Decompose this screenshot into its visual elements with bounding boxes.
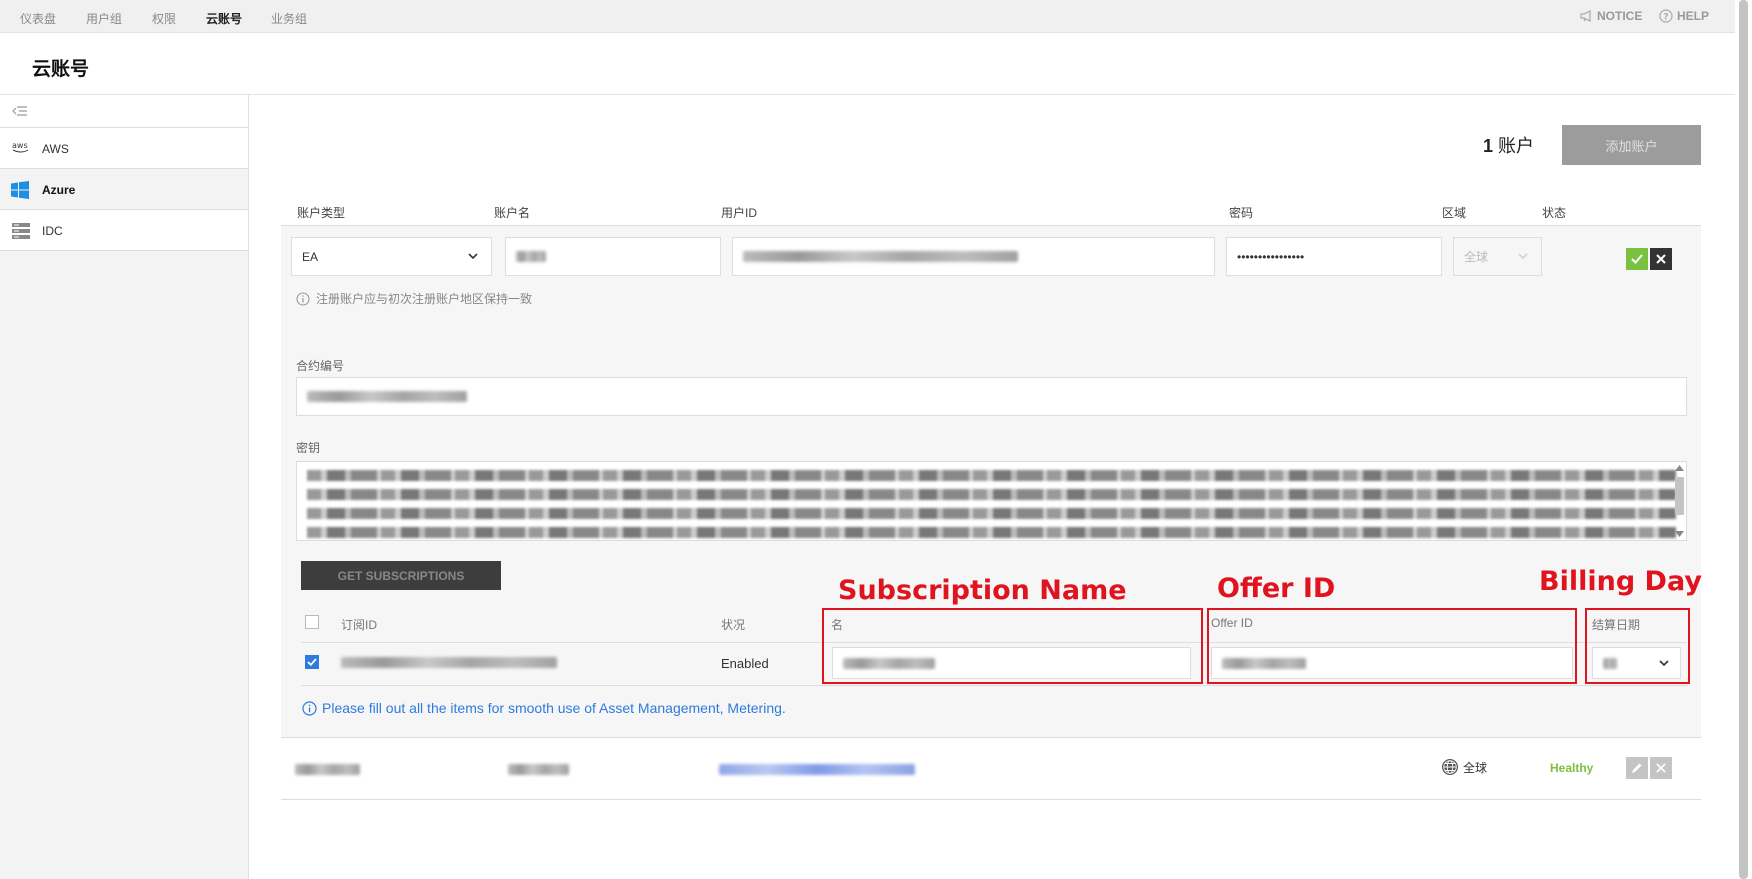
region-value: 全球 — [1464, 250, 1489, 264]
col-status: 状态 — [1542, 206, 1567, 220]
tab-permissions[interactable]: 权限 — [152, 10, 176, 27]
notice-label: NOTICE — [1597, 9, 1643, 23]
status-badge: Healthy — [1550, 761, 1594, 775]
check-icon — [307, 658, 317, 666]
tab-cloud-accounts[interactable]: 云账号 — [206, 10, 242, 27]
key-textarea-scrollbar[interactable] — [1672, 463, 1686, 539]
notice-text: Please fill out all the items for smooth… — [322, 700, 786, 716]
scroll-down-icon — [1675, 531, 1684, 537]
close-icon — [1656, 763, 1666, 773]
account-count-value: 1 — [1483, 136, 1494, 156]
tab-dashboard[interactable]: 仪表盘 — [20, 10, 56, 27]
annotation-box-offer-id — [1207, 608, 1577, 684]
account-type-value: EA — [302, 249, 319, 264]
col-region: 区域 — [1442, 206, 1467, 220]
help-label: HELP — [1677, 9, 1710, 23]
account-type-select[interactable]: EA — [291, 237, 492, 276]
account-count: 1 账户 — [1483, 132, 1534, 158]
hint-text: 注册账户应与初次注册账户地区保持一致 — [316, 292, 533, 306]
help-link[interactable]: ? HELP — [1659, 9, 1709, 23]
redacted-account-name — [508, 764, 569, 775]
info-icon — [296, 291, 310, 306]
col-subscription-id: 订阅ID — [341, 618, 378, 632]
get-subscriptions-button[interactable]: GET SUBSCRIPTIONS — [301, 561, 501, 590]
add-account-button[interactable]: 添加账户 — [1562, 125, 1701, 165]
megaphone-icon — [1580, 10, 1591, 22]
col-password: 密码 — [1229, 206, 1254, 220]
globe-icon — [1442, 759, 1458, 775]
annotation-box-billing-day — [1585, 608, 1690, 684]
region-select[interactable]: 全球 — [1453, 237, 1542, 276]
sidebar-item-azure[interactable]: Azure — [0, 169, 248, 210]
col-account-type: 账户类型 — [297, 206, 346, 220]
chevron-down-icon — [1518, 253, 1528, 259]
notice-link[interactable]: NOTICE — [1580, 9, 1642, 23]
page-header: 云账号 — [0, 33, 1735, 95]
annotation-subscription-name: Subscription Name — [838, 575, 1127, 606]
scroll-up-icon — [1675, 465, 1684, 471]
sidebar-collapse-toggle[interactable] — [0, 95, 248, 128]
region-cell: 全球 — [1441, 758, 1487, 776]
col-account-name: 账户名 — [494, 206, 531, 220]
close-icon — [1656, 254, 1666, 264]
key-textarea[interactable] — [296, 461, 1687, 541]
account-name-input[interactable] — [505, 237, 721, 276]
windows-icon — [11, 181, 29, 199]
check-icon — [1631, 254, 1643, 264]
annotation-billing-day: Billing Day — [1539, 566, 1702, 597]
fill-all-notice: Please fill out all the items for smooth… — [302, 700, 786, 716]
sidebar-item-idc[interactable]: IDC — [0, 210, 248, 251]
redacted-value — [307, 391, 467, 402]
subscription-state: Enabled — [721, 656, 769, 671]
contract-number-input[interactable] — [296, 377, 1687, 416]
user-id-input[interactable] — [732, 237, 1215, 276]
annotation-offer-id: Offer ID — [1217, 573, 1336, 604]
redacted-value — [516, 251, 546, 262]
row-checkbox[interactable] — [305, 655, 319, 669]
sidebar: aws AWS Azure IDC — [0, 95, 249, 879]
divider — [301, 685, 1687, 686]
delete-button[interactable] — [1650, 757, 1672, 779]
info-icon — [302, 700, 317, 716]
window-scrollbar[interactable] — [1735, 0, 1752, 879]
account-count-unit: 账户 — [1498, 136, 1535, 156]
redacted-account-type — [295, 764, 360, 775]
sidebar-item-label: Azure — [42, 183, 76, 197]
edit-button[interactable] — [1626, 757, 1648, 779]
redacted-subscription-id — [341, 657, 557, 668]
user-id-link[interactable] — [719, 764, 915, 775]
sidebar-item-label: IDC — [42, 224, 63, 238]
col-user-id: 用户ID — [721, 206, 758, 220]
password-input[interactable]: •••••••••••••••• — [1226, 237, 1442, 276]
sidebar-item-label: AWS — [42, 142, 69, 156]
collapse-menu-icon — [12, 106, 27, 116]
divider — [281, 799, 1701, 800]
svg-text:aws: aws — [12, 141, 28, 150]
cancel-button[interactable] — [1650, 248, 1672, 270]
annotation-box-subscription-name — [822, 608, 1203, 684]
pencil-icon — [1632, 763, 1642, 773]
aws-icon: aws — [12, 141, 29, 153]
col-state: 状况 — [721, 618, 746, 632]
region-value: 全球 — [1463, 760, 1488, 775]
contract-number-label: 合约编号 — [296, 359, 345, 373]
password-value: •••••••••••••••• — [1237, 249, 1305, 264]
svg-text:?: ? — [1663, 13, 1668, 23]
help-circle-icon: ? — [1659, 9, 1673, 23]
confirm-button[interactable] — [1626, 248, 1648, 270]
server-icon — [12, 223, 30, 239]
tab-business-groups[interactable]: 业务组 — [271, 10, 307, 27]
top-nav: 仪表盘 用户组 权限 云账号 业务组 NOTICE ? HELP — [0, 0, 1735, 33]
select-all-checkbox[interactable] — [305, 615, 319, 629]
sidebar-item-aws[interactable]: aws AWS — [0, 128, 248, 169]
tab-user-groups[interactable]: 用户组 — [86, 10, 122, 27]
key-label: 密钥 — [296, 441, 321, 455]
region-hint: 注册账户应与初次注册账户地区保持一致 — [296, 290, 532, 307]
page-title: 云账号 — [32, 59, 90, 80]
redacted-value — [743, 251, 1018, 262]
chevron-down-icon — [468, 253, 478, 260]
